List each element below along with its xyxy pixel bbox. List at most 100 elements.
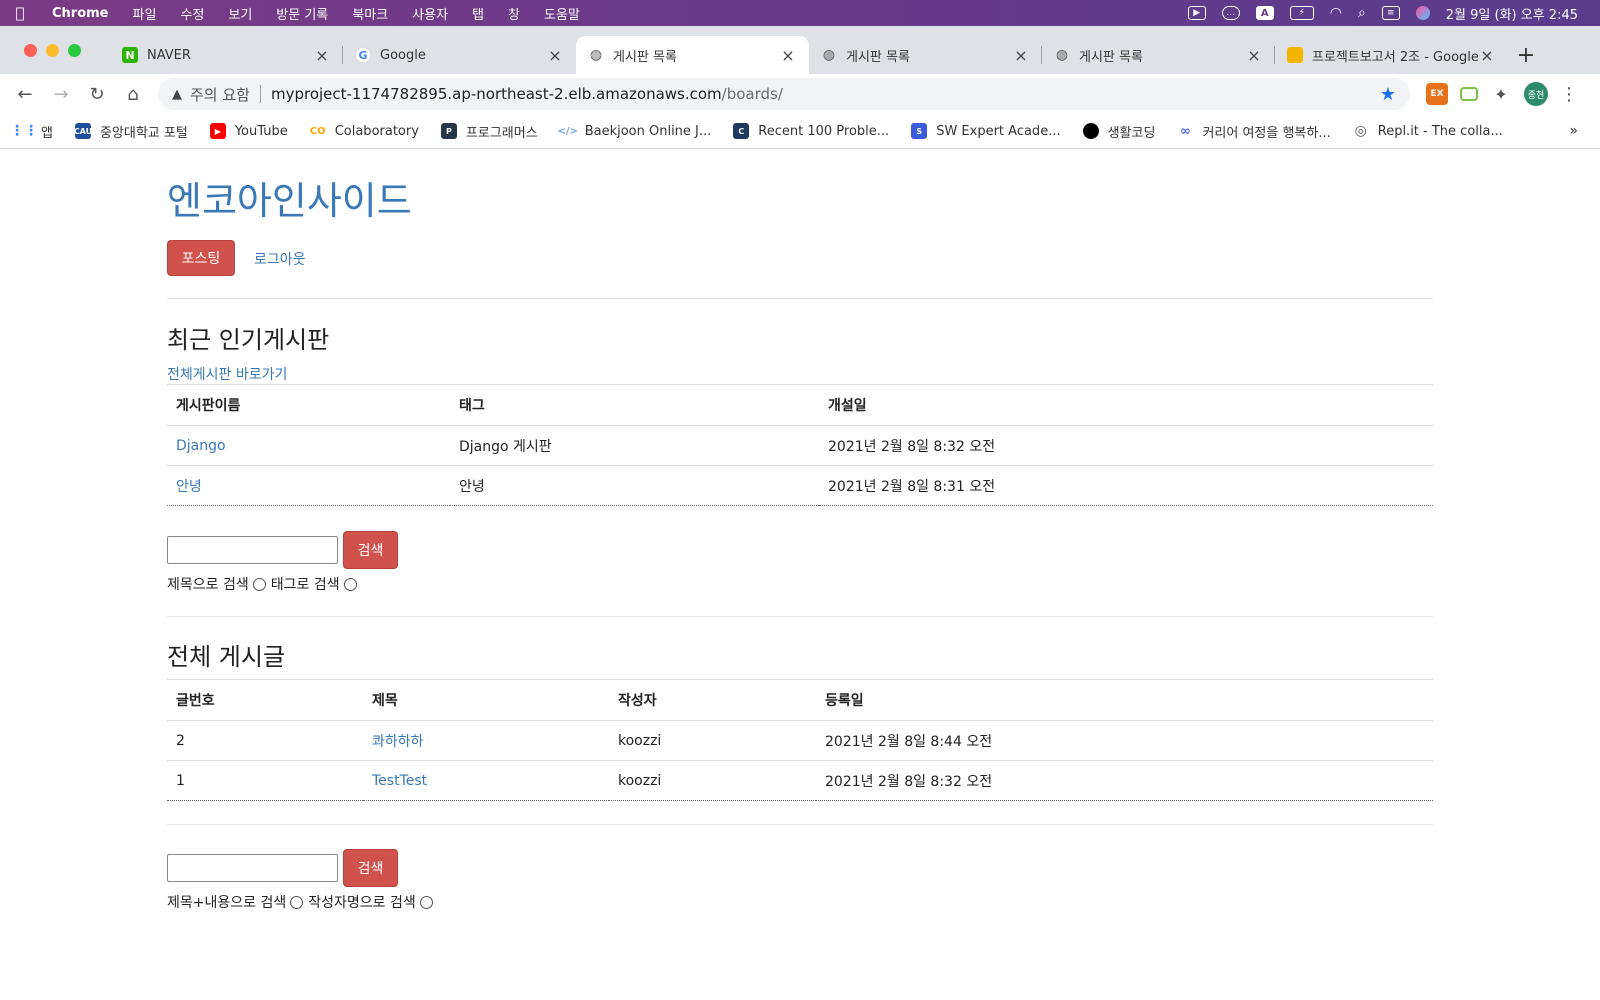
- tab-naver[interactable]: N NAVER ×: [110, 36, 343, 74]
- tab-close-icon[interactable]: ×: [313, 46, 331, 65]
- radio-search-by-author[interactable]: [419, 895, 433, 909]
- bookmark-sw-expert[interactable]: S SW Expert Acade...: [911, 123, 1061, 139]
- home-icon[interactable]: ⌂: [116, 77, 150, 111]
- bookmarks-overflow-button[interactable]: »: [1569, 123, 1578, 139]
- extension-screen-icon[interactable]: [1460, 87, 1478, 101]
- programmers-icon: P: [440, 123, 457, 139]
- popular-boards-table: 게시판이름 태그 개설일 Django Django 게시판 2021년 2월 …: [167, 384, 1433, 506]
- chat-icon[interactable]: …: [1221, 6, 1240, 20]
- zoom-window-icon[interactable]: [68, 43, 81, 57]
- post-search-row: 검색: [167, 849, 398, 887]
- tab-boards-2[interactable]: ◍ 게시판 목록 ×: [809, 36, 1042, 74]
- post-link[interactable]: 콰하하하: [372, 734, 424, 750]
- table-row: 안녕 안녕 2021년 2월 8일 8:31 오전: [167, 465, 1433, 506]
- tab-close-icon[interactable]: ×: [546, 46, 564, 65]
- extensions-puzzle-icon[interactable]: ✦: [1490, 83, 1512, 105]
- tab-close-icon[interactable]: ×: [779, 46, 797, 65]
- bookmark-colab[interactable]: CO Colaboratory: [310, 123, 419, 139]
- divider: [167, 298, 1433, 299]
- tab-boards-active[interactable]: ◍ 게시판 목록 ×: [576, 36, 809, 74]
- logout-link[interactable]: 로그아웃: [254, 249, 306, 269]
- col-author: 작성자: [609, 679, 816, 721]
- tab-close-icon[interactable]: ×: [1245, 46, 1263, 65]
- bookmark-programmers[interactable]: P 프로그래머스: [440, 122, 538, 141]
- radio-search-by-title[interactable]: [252, 577, 266, 591]
- menu-edit[interactable]: 수정: [168, 4, 216, 23]
- zoom-icon[interactable]: ▶: [1187, 6, 1206, 20]
- radio-search-by-title-content[interactable]: [290, 895, 304, 909]
- url-path: /boards/: [721, 85, 783, 103]
- warning-icon[interactable]: ▲: [172, 87, 182, 102]
- menu-file[interactable]: 파일: [121, 4, 169, 23]
- new-tab-button[interactable]: +: [1508, 36, 1544, 74]
- board-tag: Django 게시판: [450, 425, 819, 466]
- profile-avatar[interactable]: 종현: [1524, 82, 1548, 106]
- forward-icon[interactable]: →: [44, 77, 78, 111]
- menu-view[interactable]: 보기: [216, 4, 264, 23]
- back-icon[interactable]: ←: [8, 77, 42, 111]
- board-link[interactable]: Django: [176, 438, 226, 454]
- bookmark-career[interactable]: ∞ 커리어 여정을 행복하...: [1177, 122, 1331, 141]
- bookmark-cau-portal[interactable]: CAU 중앙대학교 포털: [74, 122, 188, 141]
- all-boards-link[interactable]: 전체게시판 바로가기: [167, 364, 287, 384]
- post-search-button[interactable]: 검색: [343, 849, 398, 887]
- post-link[interactable]: TestTest: [372, 773, 427, 789]
- board-search-button[interactable]: 검색: [343, 531, 398, 569]
- code-brackets-icon: </>: [557, 125, 578, 137]
- siri-icon[interactable]: [1415, 6, 1430, 20]
- menu-history[interactable]: 방문 기록: [264, 4, 340, 23]
- tab-google-slides[interactable]: 프로젝트보고서 2조 - Google ×: [1275, 36, 1508, 74]
- all-posts-title: 전체 게시글: [167, 643, 286, 671]
- tab-strip: N NAVER × G Google × ◍ 게시판 목록 × ◍ 게시판 목록…: [0, 26, 1600, 74]
- board-search-options: 제목으로 검색 태그로 검색: [167, 574, 362, 594]
- col-tag: 태그: [450, 384, 819, 426]
- board-search-input[interactable]: [167, 536, 338, 564]
- menu-help[interactable]: 도움말: [532, 4, 592, 23]
- bookmark-opentutorials[interactable]: 생활코딩: [1082, 122, 1155, 141]
- infinity-icon: ∞: [1180, 123, 1191, 139]
- spotlight-icon[interactable]: ⌕: [1358, 5, 1366, 21]
- tab-close-icon[interactable]: ×: [1012, 46, 1030, 65]
- wifi-icon[interactable]: ◠: [1330, 5, 1342, 21]
- control-center-icon[interactable]: ≡: [1381, 6, 1400, 20]
- bookmark-star-icon[interactable]: ★: [1380, 84, 1396, 105]
- tab-boards-3[interactable]: ◍ 게시판 목록 ×: [1042, 36, 1275, 74]
- close-window-icon[interactable]: [24, 43, 37, 57]
- post-number: 1: [167, 760, 363, 801]
- menu-app-name[interactable]: Chrome: [40, 6, 121, 21]
- board-link[interactable]: 안녕: [176, 479, 202, 495]
- bookmark-baekjoon[interactable]: </> Baekjoon Online J...: [557, 123, 711, 139]
- bookmark-apps[interactable]: ⋮⋮ 앱: [10, 122, 53, 141]
- bookmark-recent-problems[interactable]: C Recent 100 Proble...: [733, 123, 889, 139]
- input-source-icon[interactable]: A: [1255, 6, 1274, 20]
- menu-window[interactable]: 창: [496, 4, 532, 23]
- circle-icon: [1082, 123, 1099, 139]
- clock[interactable]: 2월 9일 (화) 오후 2:45: [1446, 4, 1578, 23]
- menu-tab[interactable]: 탭: [460, 4, 496, 23]
- menu-profiles[interactable]: 사용자: [400, 4, 460, 23]
- bookmark-youtube[interactable]: ▶ YouTube: [209, 123, 288, 139]
- address-bar[interactable]: ▲ 주의 요함 myproject-1174782895.ap-northeas…: [158, 78, 1410, 110]
- extension-ex-icon[interactable]: EX: [1426, 83, 1448, 105]
- globe-icon: ◍: [822, 47, 836, 63]
- status-area: ▶ … A ⚡ ◠ ⌕ ≡ 2월 9일 (화) 오후 2:45: [1187, 4, 1600, 23]
- radio-search-by-tag[interactable]: [343, 577, 357, 591]
- site-brand-link[interactable]: 엔코아인사이드: [167, 170, 412, 225]
- tab-close-icon[interactable]: ×: [1478, 46, 1496, 65]
- minimize-window-icon[interactable]: [46, 43, 59, 57]
- bookmark-replit[interactable]: ◎ Repl.it - The colla...: [1353, 123, 1503, 139]
- tab-google[interactable]: G Google ×: [343, 36, 576, 74]
- replit-icon: ◎: [1354, 123, 1367, 139]
- post-search-input[interactable]: [167, 854, 338, 882]
- browser-toolbar: ← → ↻ ⌂ ▲ 주의 요함 myproject-1174782895.ap-…: [0, 74, 1600, 114]
- menu-bookmarks[interactable]: 북마크: [340, 4, 400, 23]
- reload-icon[interactable]: ↻: [80, 77, 114, 111]
- apple-icon[interactable]: : [0, 4, 40, 22]
- battery-icon[interactable]: ⚡: [1289, 6, 1314, 20]
- security-warning[interactable]: 주의 요함: [190, 84, 250, 105]
- tab-title: NAVER: [147, 47, 191, 63]
- youtube-icon: ▶: [209, 123, 226, 139]
- menu-kebab-icon[interactable]: ⋮: [1560, 84, 1578, 105]
- post-author: koozzi: [609, 760, 816, 801]
- posting-button[interactable]: 포스팅: [167, 240, 235, 276]
